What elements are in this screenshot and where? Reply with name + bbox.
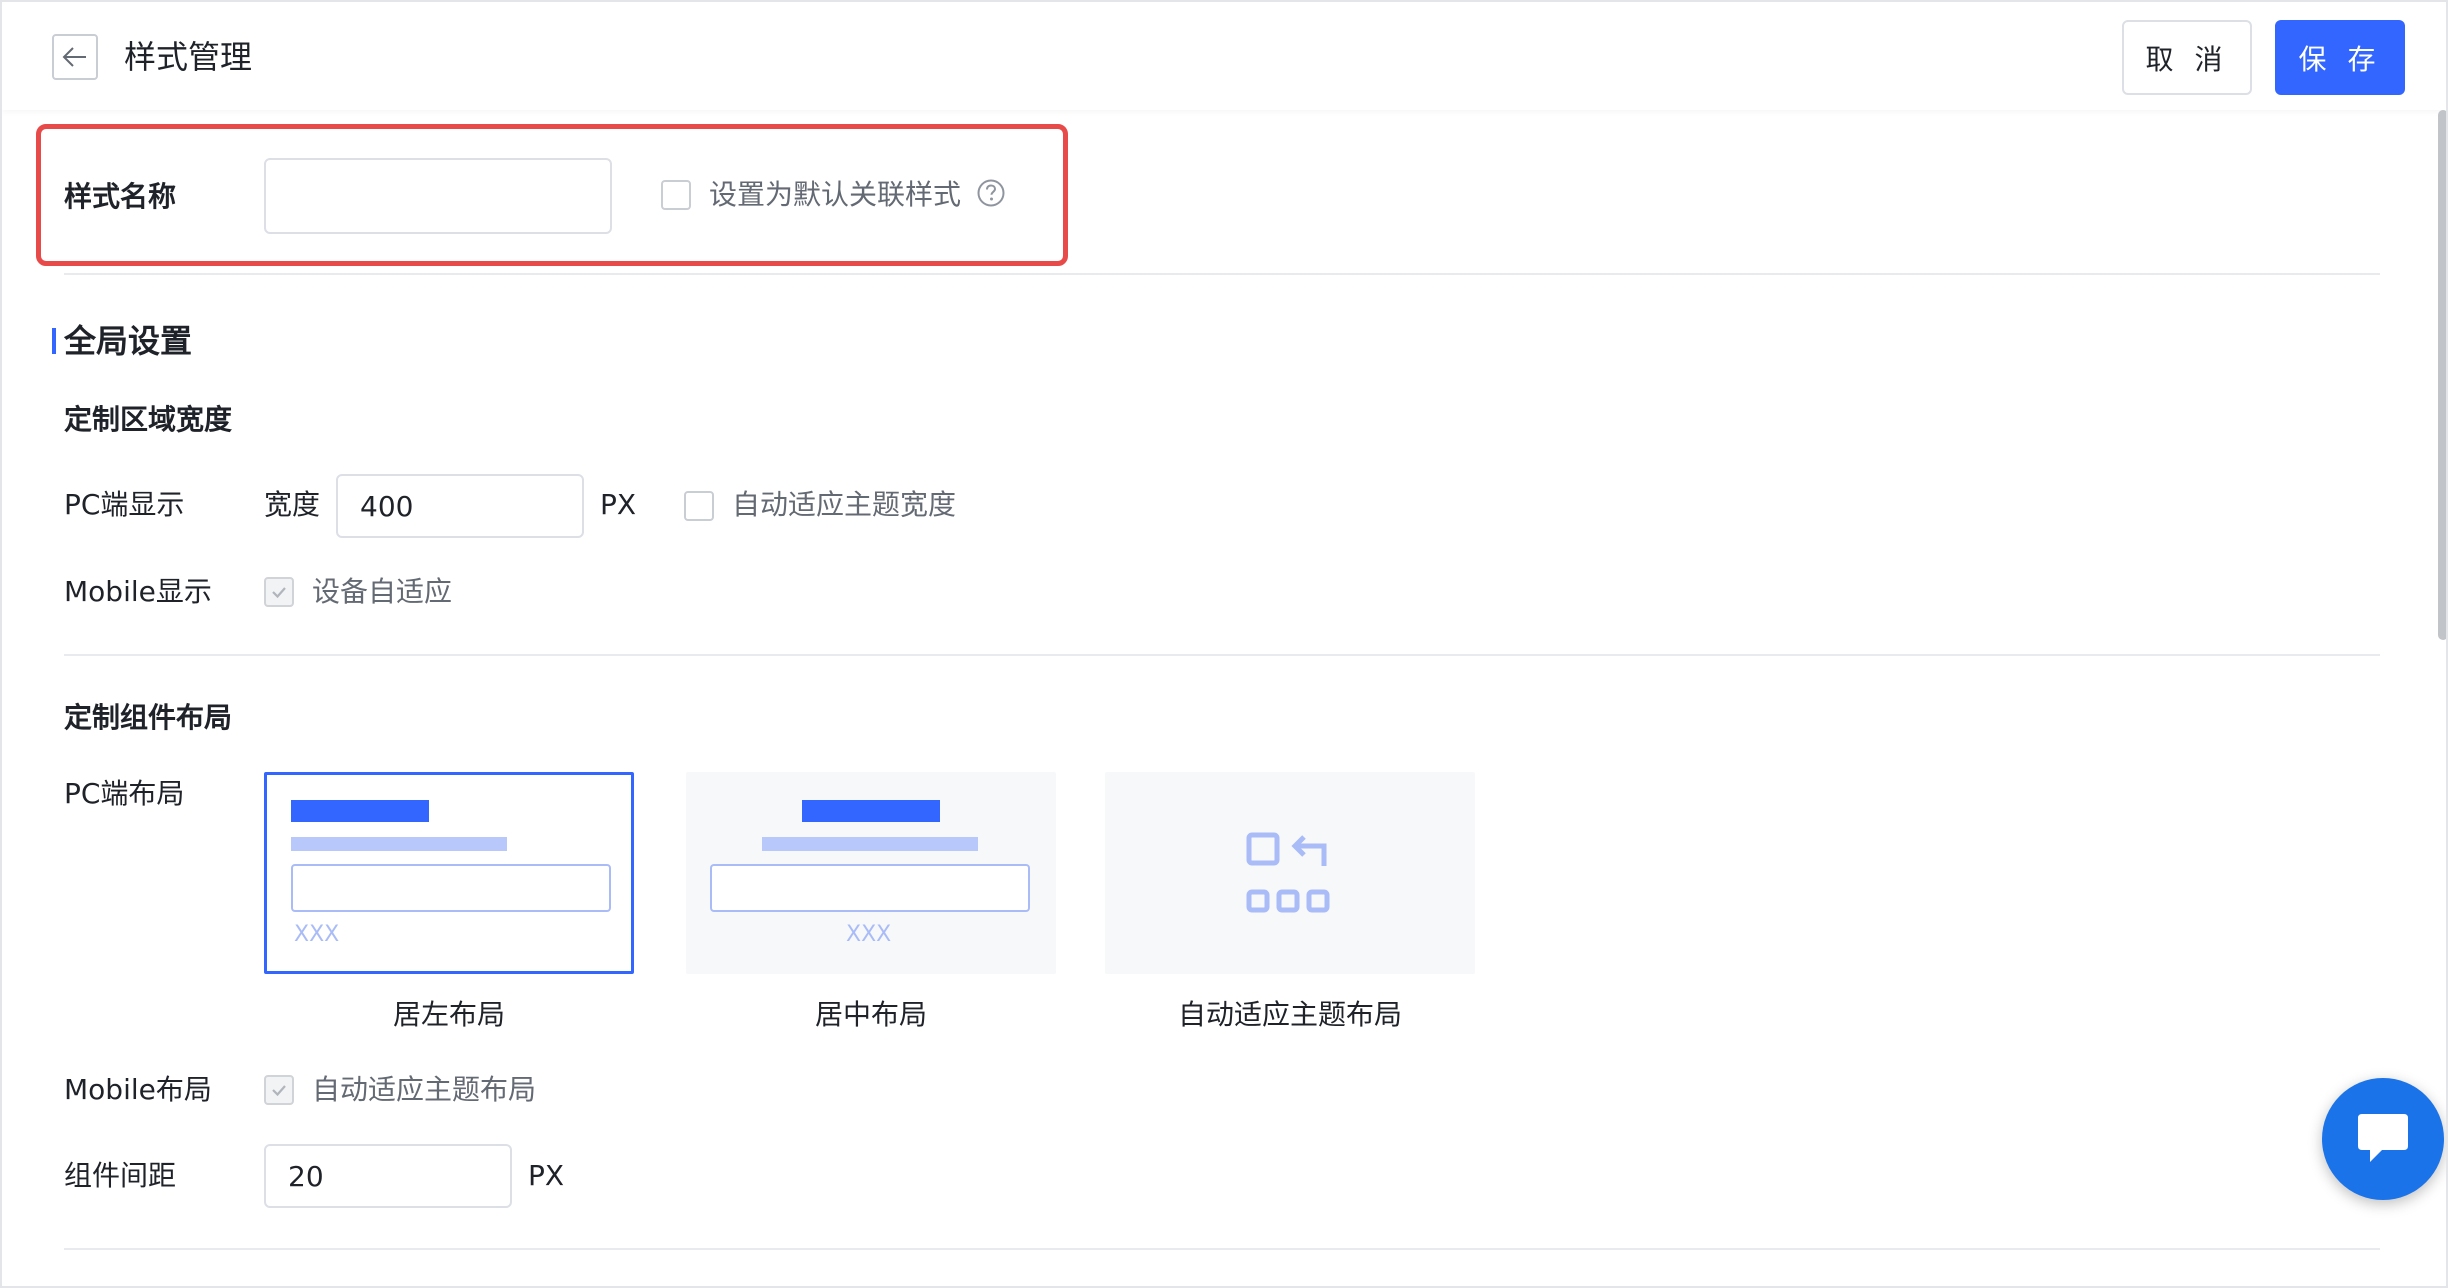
spacing-unit: PX xyxy=(528,1159,565,1192)
mobile-layout-label: Mobile布局 xyxy=(64,1073,212,1106)
width-label: 宽度 xyxy=(264,488,321,521)
card-input-box xyxy=(291,864,611,912)
check-icon xyxy=(272,587,286,599)
layout-option-center-label: 居中布局 xyxy=(814,998,927,1031)
card-input-box xyxy=(710,864,1030,912)
mobile-layout-checkbox[interactable] xyxy=(264,1075,294,1105)
style-management-page: 样式管理 取 消 保 存 样式名称 设置为默认关联样式 全局设置 定制区域宽度 … xyxy=(0,0,2448,1288)
page-header: 样式管理 取 消 保 存 xyxy=(2,2,2446,110)
card-title-bar xyxy=(802,800,940,822)
page-title: 样式管理 xyxy=(124,38,253,76)
back-button[interactable] xyxy=(52,34,98,80)
auto-width-checkbox[interactable] xyxy=(684,491,714,521)
question-circle-icon[interactable] xyxy=(976,178,1006,208)
component-spacing-label: 组件间距 xyxy=(64,1159,177,1192)
card-title-bar xyxy=(291,800,429,822)
layout-option-auto-label: 自动适应主题布局 xyxy=(1177,998,1402,1031)
divider xyxy=(64,273,2380,275)
layout-section-title: 定制组件布局 xyxy=(64,701,233,734)
layout-option-left-label: 居左布局 xyxy=(392,998,505,1031)
pc-layout-label: PC端布局 xyxy=(64,777,185,810)
card-text-line xyxy=(291,837,507,851)
component-spacing-input[interactable] xyxy=(264,1144,512,1208)
auto-layout-icon xyxy=(1246,832,1330,913)
chat-bubble-icon xyxy=(2358,1114,2408,1162)
device-adaptive-checkbox[interactable] xyxy=(264,577,294,607)
layout-option-center[interactable]: XXX xyxy=(686,772,1056,974)
cancel-button[interactable]: 取 消 xyxy=(2122,20,2252,95)
style-name-input[interactable] xyxy=(264,158,612,234)
arrow-left-icon xyxy=(62,47,86,67)
device-adaptive-label: 设备自适应 xyxy=(312,575,453,608)
width-unit: PX xyxy=(600,488,637,521)
chat-button[interactable] xyxy=(2322,1078,2444,1200)
section-accent-bar xyxy=(52,328,56,354)
card-placeholder: XXX xyxy=(846,922,892,947)
mobile-layout-option-label: 自动适应主题布局 xyxy=(312,1073,537,1106)
width-section-title: 定制区域宽度 xyxy=(64,403,233,436)
save-button[interactable]: 保 存 xyxy=(2275,20,2405,95)
card-text-line xyxy=(762,837,978,851)
vertical-scrollbar[interactable] xyxy=(2438,110,2446,640)
width-input[interactable] xyxy=(336,474,584,538)
card-placeholder: XXX xyxy=(294,922,340,947)
auto-width-label: 自动适应主题宽度 xyxy=(732,488,957,521)
pc-display-label: PC端显示 xyxy=(64,488,185,521)
mobile-display-label: Mobile显示 xyxy=(64,575,212,608)
divider xyxy=(64,654,2380,656)
check-icon xyxy=(272,1085,286,1097)
default-style-checkbox[interactable] xyxy=(661,180,691,210)
default-style-label: 设置为默认关联样式 xyxy=(709,178,962,211)
divider xyxy=(64,1248,2380,1250)
global-settings-title: 全局设置 xyxy=(64,322,193,360)
style-name-label: 样式名称 xyxy=(64,180,177,213)
layout-option-auto[interactable] xyxy=(1105,772,1475,974)
layout-option-left[interactable]: XXX xyxy=(264,772,634,974)
